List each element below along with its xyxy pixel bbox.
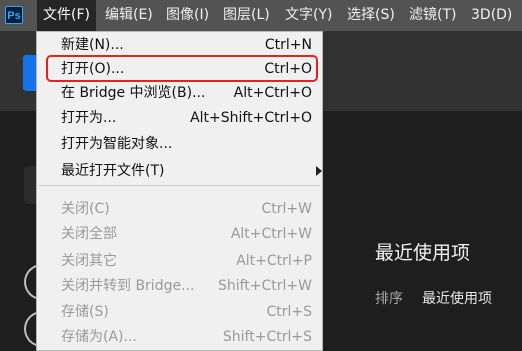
menu-edit[interactable]: 编辑(E) [99, 0, 159, 31]
menu-item-label: 关闭(C) [61, 201, 110, 217]
menu-item-shortcut: Shift+Ctrl+S [222, 329, 312, 345]
menu-item-label: 打开为... [61, 110, 117, 126]
menu-select[interactable]: 选择(S) [341, 0, 401, 31]
photoshop-logo-icon: Ps [5, 6, 23, 24]
menu-separator [39, 185, 320, 186]
sort-label: 排序 [375, 291, 403, 307]
menu-item-shortcut: Ctrl+W [261, 201, 312, 217]
menu-item-label: 在 Bridge 中浏览(B)... [61, 85, 206, 101]
highlight-outline [46, 55, 318, 82]
menu-image[interactable]: 图像(I) [160, 0, 215, 31]
menu-item-open-as-smart-object[interactable]: 打开为智能对象... [37, 131, 322, 157]
menu-item-shortcut: Ctrl+S [266, 304, 312, 320]
menu-file[interactable]: 文件(F) [37, 0, 96, 31]
menu-item-close-and-go-to-bridge[interactable]: 关闭并转到 Bridge... Shift+Ctrl+W [37, 273, 322, 299]
sort-dropdown[interactable]: 最近使用项 [422, 288, 492, 308]
menu-bar: Ps 文件(F) 编辑(E) 图像(I) 图层(L) 文字(Y) 选择(S) 滤… [0, 0, 522, 31]
menu-item-shortcut: Alt+Ctrl+P [236, 253, 312, 269]
menu-item-label: 最近打开文件(T) [61, 163, 165, 179]
menu-item-save[interactable]: 存储(S) Ctrl+S [37, 299, 322, 325]
menu-item-shortcut: Shift+Ctrl+W [217, 278, 312, 294]
recent-files-title: 最近使用项 [375, 242, 471, 264]
menu-item-browse-in-bridge[interactable]: 在 Bridge 中浏览(B)... Alt+Ctrl+O [37, 80, 322, 106]
menu-filter[interactable]: 滤镜(T) [403, 0, 462, 31]
menu-3d[interactable]: 3D(D) [465, 0, 518, 31]
menu-item-shortcut: Alt+Ctrl+W [230, 226, 312, 242]
menu-item-label: 打开为智能对象... [61, 136, 173, 152]
menu-item-open-as[interactable]: 打开为... Alt+Shift+Ctrl+O [37, 105, 322, 131]
menu-type[interactable]: 文字(Y) [279, 0, 338, 31]
menu-item-save-as[interactable]: 存储为(A)... Shift+Ctrl+S [37, 324, 322, 350]
file-menu-dropdown: 新建(N)... Ctrl+N 打开(O)... Ctrl+O 在 Bridge… [36, 31, 323, 351]
menu-item-label: 关闭全部 [61, 226, 117, 242]
menu-item-shortcut: Alt+Shift+Ctrl+O [190, 110, 312, 126]
menu-item-label: 存储为(A)... [61, 329, 137, 345]
menu-item-open-recent[interactable]: 最近打开文件(T) [37, 158, 322, 184]
menu-item-label: 关闭并转到 Bridge... [61, 278, 195, 294]
menu-item-close-others[interactable]: 关闭其它 Alt+Ctrl+P [37, 248, 322, 274]
menu-layer[interactable]: 图层(L) [217, 0, 276, 31]
menu-item-close[interactable]: 关闭(C) Ctrl+W [37, 196, 322, 222]
menu-item-shortcut: Alt+Ctrl+O [233, 85, 312, 101]
menu-item-label: 存储(S) [61, 304, 109, 320]
submenu-arrow-icon [316, 166, 322, 176]
menu-item-label: 关闭其它 [61, 253, 117, 269]
menu-item-close-all[interactable]: 关闭全部 Alt+Ctrl+W [37, 221, 322, 247]
